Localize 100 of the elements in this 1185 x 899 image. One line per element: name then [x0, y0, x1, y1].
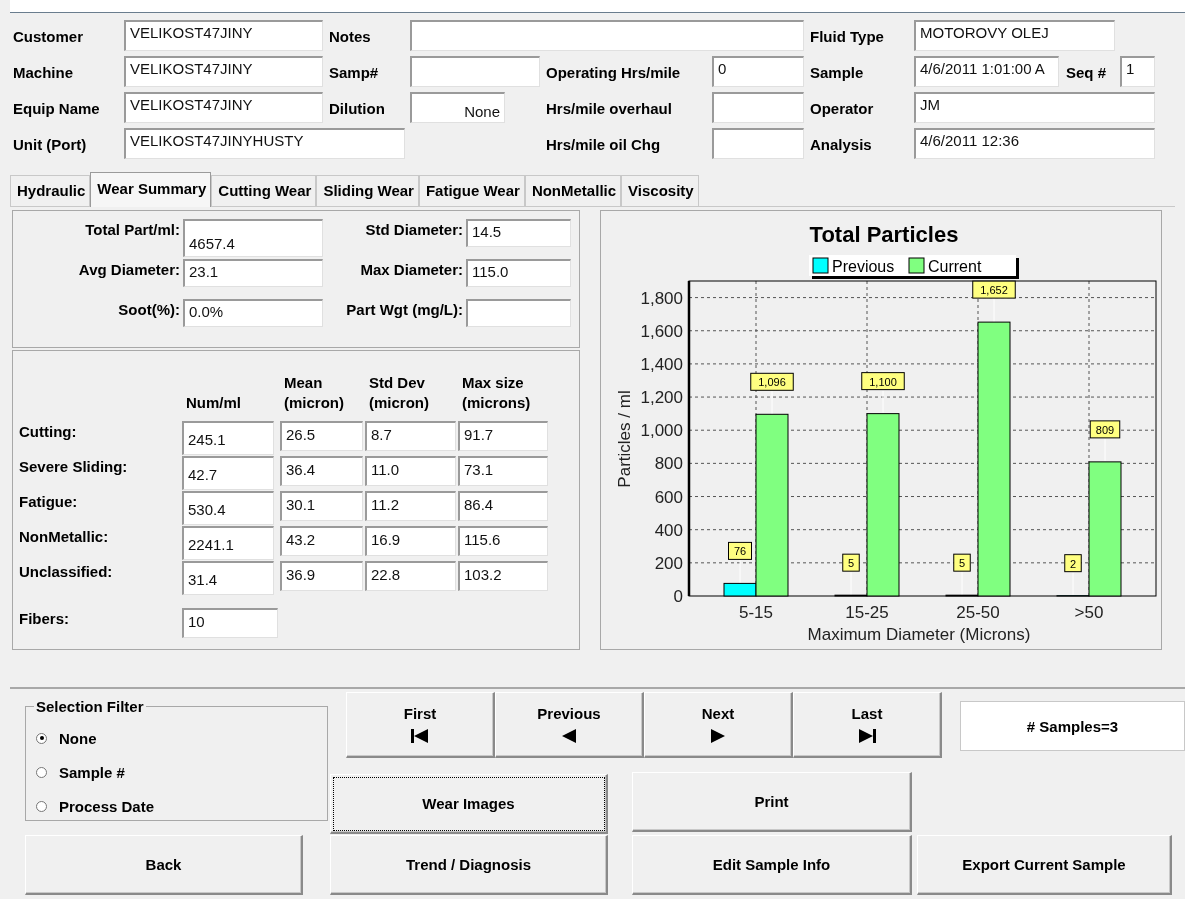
field-label: Hrs/mile overhaul	[545, 99, 673, 117]
nav-button[interactable]: Previous	[495, 692, 644, 758]
text-field[interactable]: VELIKOST47JINY	[124, 20, 323, 51]
y-axis-label: Particles / ml	[615, 390, 634, 488]
text-field[interactable]	[466, 299, 571, 327]
text-field[interactable]: 115.0	[466, 259, 571, 287]
text-field[interactable]: VELIKOST47JINYHUSTY	[124, 128, 405, 159]
field-label: Unit (Port)	[12, 135, 88, 153]
text-field[interactable]: 10	[182, 608, 278, 638]
text-field[interactable]: 1	[1120, 56, 1155, 87]
nav-button[interactable]: Last	[793, 692, 942, 758]
row-label: Unclassified:	[19, 562, 114, 580]
text-field[interactable]: 4/6/2011 1:01:00 A	[914, 56, 1059, 87]
trend-button[interactable]: Trend / Diagnosis	[330, 835, 608, 895]
text-field[interactable]: 103.2	[458, 561, 548, 591]
nav-button[interactable]: Next	[644, 692, 793, 758]
tab[interactable]: Cutting Wear	[211, 175, 317, 206]
y-tick-label: 1,400	[640, 354, 683, 374]
y-tick-label: 1,000	[640, 421, 683, 441]
text-field[interactable]	[712, 92, 804, 123]
field-label: Soot(%):	[117, 300, 181, 318]
tab[interactable]: NonMetallic	[524, 175, 622, 206]
data-label: 1,100	[861, 372, 905, 391]
back-button[interactable]: Back	[25, 835, 303, 895]
radio-label[interactable]: Sample #	[59, 763, 125, 781]
text-field[interactable]: 4657.4	[183, 219, 323, 257]
data-label: 5	[847, 557, 855, 570]
text-field[interactable]: 86.4	[458, 491, 548, 521]
text-field[interactable]	[410, 56, 540, 87]
field-label: Analysis	[809, 135, 873, 153]
text-field[interactable]: 0	[712, 56, 804, 87]
text-field[interactable]	[712, 128, 804, 159]
field-label: Customer	[12, 27, 84, 45]
wear-images-button[interactable]: Wear Images	[330, 774, 608, 834]
radio-button[interactable]	[36, 766, 47, 778]
text-field[interactable]: VELIKOST47JINY	[124, 56, 323, 87]
text-field[interactable]: 26.5	[280, 421, 363, 451]
text-field[interactable]: 22.8	[365, 561, 456, 591]
tab[interactable]: Hydraulic	[10, 175, 91, 206]
triangle-left-icon	[561, 728, 577, 744]
edit-sample-button[interactable]: Edit Sample Info	[632, 835, 912, 895]
text-field[interactable]: MOTOROVY OLEJ	[914, 20, 1115, 51]
column-header: Std Dev (micron)	[368, 373, 430, 413]
field-label: Total Part/ml:	[84, 220, 181, 238]
tab[interactable]: Sliding Wear	[316, 175, 419, 206]
row-label: NonMetallic:	[19, 527, 110, 545]
field-label: Std Diameter:	[364, 220, 464, 238]
text-field[interactable]: 73.1	[458, 456, 548, 486]
radio-button[interactable]	[36, 800, 47, 812]
data-label: 809	[1089, 420, 1121, 439]
text-field[interactable]: JM	[914, 92, 1155, 123]
text-field[interactable]: 23.1	[183, 259, 323, 287]
tab[interactable]: Fatigue Wear	[418, 175, 525, 206]
data-label: 5	[842, 553, 860, 572]
y-tick-label: 600	[654, 487, 683, 507]
text-field[interactable]: 36.9	[280, 561, 363, 591]
field-label: Samp#	[328, 63, 380, 81]
data-label: 76	[728, 541, 752, 560]
text-field[interactable]	[410, 20, 804, 51]
print-button[interactable]: Print	[632, 772, 912, 832]
field-label: Avg Diameter:	[77, 260, 181, 278]
text-field[interactable]: 2241.1	[182, 526, 274, 560]
text-field[interactable]: VELIKOST47JINY	[124, 92, 323, 123]
chart-title: Total Particles	[809, 222, 959, 247]
x-tick-label: 25-50	[956, 603, 1000, 622]
text-field[interactable]: None	[410, 92, 505, 123]
text-field[interactable]: 4/6/2011 12:36	[914, 128, 1155, 159]
legend-label: Previous	[832, 258, 895, 275]
radio-button[interactable]	[36, 732, 47, 744]
radio-label[interactable]: None	[59, 729, 97, 747]
text-field[interactable]: 11.0	[365, 456, 456, 486]
text-field[interactable]: 115.6	[458, 526, 548, 556]
text-field[interactable]: 14.5	[466, 219, 571, 247]
text-field[interactable]: 16.9	[365, 526, 456, 556]
tab[interactable]: Wear Summary	[90, 172, 212, 207]
text-field[interactable]: 43.2	[280, 526, 363, 556]
text-field[interactable]: 30.1	[280, 491, 363, 521]
text-field[interactable]: 42.7	[182, 456, 274, 490]
data-label: 2	[1069, 557, 1077, 570]
text-field[interactable]: 245.1	[182, 421, 274, 455]
column-header: Num/ml	[185, 393, 242, 413]
tab[interactable]: Viscosity	[621, 175, 699, 206]
skip-forward-icon	[857, 728, 877, 744]
radio-label[interactable]: Process Date	[59, 797, 155, 815]
y-tick-label: 0	[673, 587, 683, 606]
data-label: 1,096	[758, 376, 786, 389]
export-button[interactable]: Export Current Sample	[917, 835, 1172, 895]
field-label: Operator	[809, 99, 875, 117]
text-field[interactable]: 91.7	[458, 421, 548, 451]
data-label: 2	[1064, 554, 1082, 573]
text-field[interactable]: 8.7	[365, 421, 456, 451]
text-field[interactable]: 0.0%	[183, 299, 323, 327]
text-field[interactable]: 31.4	[182, 561, 274, 595]
field-label: Operating Hrs/mile	[545, 63, 682, 81]
text-field[interactable]: 36.4	[280, 456, 363, 486]
field-label: Hrs/mile oil Chg	[545, 135, 662, 153]
x-tick-label: >50	[1074, 603, 1104, 622]
nav-button[interactable]: First	[346, 692, 495, 758]
text-field[interactable]: 530.4	[182, 491, 274, 525]
text-field[interactable]: 11.2	[365, 491, 456, 521]
